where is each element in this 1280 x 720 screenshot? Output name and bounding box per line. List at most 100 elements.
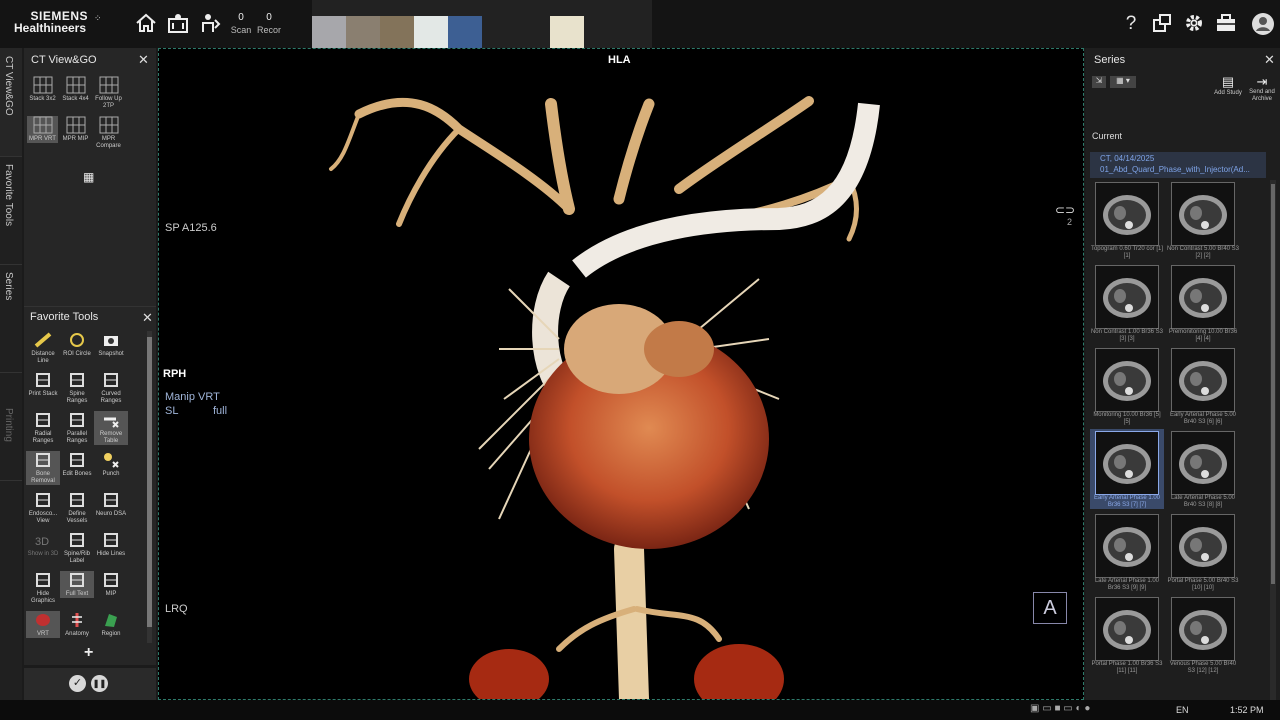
- ct-slice-preview: [1095, 514, 1159, 578]
- sort-icon[interactable]: ⇲: [1092, 76, 1106, 88]
- tool-endosco-view[interactable]: Endosco... View: [26, 491, 60, 525]
- add-study-button[interactable]: ▤ Add Study: [1208, 74, 1248, 96]
- slab-value: full: [213, 405, 228, 417]
- spine-ranges-icon: [67, 371, 87, 389]
- layout-stack-3x2[interactable]: Stack 3x2: [27, 76, 58, 103]
- ct-slice-preview: [1095, 348, 1159, 412]
- image-viewport[interactable]: HLA SP A125.6 RPH Manip VRT SL full LRQ …: [158, 48, 1084, 700]
- tool-print-stack[interactable]: Print Stack: [26, 371, 60, 398]
- tool-curved-ranges[interactable]: Curved Ranges: [94, 371, 128, 405]
- series-thumbnail[interactable]: Venous Phase 5.00 Br40 S3 [12] [12]: [1166, 595, 1240, 675]
- tool-hide-graphics[interactable]: Hide Graphics: [26, 571, 60, 605]
- tool-spine-ranges[interactable]: Spine Ranges: [60, 371, 94, 405]
- top-bar: SIEMENS Healthineers ⁘ 0 Scan 0 Recor ?: [0, 0, 1280, 49]
- tool-anatomy[interactable]: Anatomy: [60, 611, 94, 638]
- recon-label: Recor: [256, 25, 281, 35]
- color-swatch: [346, 16, 380, 49]
- roi-circle-icon: [67, 331, 87, 349]
- tab-series[interactable]: Series: [0, 264, 22, 373]
- series-scrollbar[interactable]: [1270, 180, 1276, 700]
- language-indicator[interactable]: EN: [1176, 705, 1189, 715]
- close-icon[interactable]: ✕: [1264, 52, 1275, 68]
- series-thumbnail[interactable]: Late Arterial Phase 5.00 Br40 S3 [8] [8]: [1166, 429, 1240, 509]
- check-icon[interactable]: ✓: [69, 675, 86, 692]
- series-caption: Early Arterial Phase 1.00 Br36 S3 [7] [7…: [1093, 495, 1161, 508]
- series-caption: Monitoring 10.00 Br36 [5] [5]: [1093, 412, 1161, 425]
- view-mode-dropdown[interactable]: ▦ ▾: [1110, 76, 1136, 88]
- series-thumbnail[interactable]: Portal Phase 5.00 Br40 S3 [10] [10]: [1166, 512, 1240, 592]
- series-caption: Portal Phase 1.00 Br36 S3 [11] [11]: [1091, 661, 1163, 674]
- view-orientation-label: HLA: [608, 54, 631, 66]
- tool-label: Parallel Ranges: [66, 431, 88, 444]
- tool-label: Spine Ranges: [66, 391, 88, 404]
- layout-grid-icon: [99, 76, 119, 94]
- close-icon[interactable]: ✕: [138, 52, 149, 68]
- tool-parallel-ranges[interactable]: Parallel Ranges: [60, 411, 94, 445]
- send-archive-button[interactable]: ⇥ Send and Archive: [1246, 74, 1278, 103]
- examination-icon[interactable]: [198, 12, 222, 36]
- close-icon[interactable]: ✕: [142, 310, 153, 326]
- endoscopic-view-icon: [33, 491, 53, 509]
- series-thumbnail[interactable]: Portal Phase 1.00 Br36 S3 [11] [11]: [1090, 595, 1164, 675]
- tool-label: Edit Bones: [62, 471, 92, 477]
- tool-grid: Distance Line ROI Circle Snapshot Print Sta…: [26, 331, 146, 643]
- series-thumbnail[interactable]: Early Arterial Phase 5.00 Br40 S3 [6] [6…: [1166, 346, 1240, 426]
- toolbox-icon[interactable]: [1214, 12, 1238, 36]
- help-icon[interactable]: ?: [1119, 12, 1143, 36]
- tool-label: Anatomy: [65, 631, 89, 637]
- link-icon[interactable]: ⊂⊃: [1055, 203, 1075, 217]
- pause-icon[interactable]: ❚❚: [91, 675, 108, 692]
- tool-remove-table[interactable]: Remove Table: [94, 411, 128, 445]
- series-thumbnail[interactable]: Premonitoring 10.00 Br36 [4] [4]: [1166, 263, 1240, 343]
- scan-counter: 0 Scan: [228, 12, 254, 36]
- windows-icon[interactable]: [1150, 12, 1174, 36]
- add-tool-button[interactable]: +: [84, 644, 93, 662]
- hide-lines-icon: [101, 531, 121, 549]
- series-thumbnail[interactable]: Non Contrast 5.00 Br40 S3 [2] [2]: [1166, 180, 1240, 260]
- tool-define-vessels[interactable]: Define Vessels: [60, 491, 94, 525]
- tool-roi-circle[interactable]: ROI Circle: [60, 331, 94, 358]
- patient-browser-icon[interactable]: [166, 12, 190, 36]
- series-thumbnail[interactable]: Early Arterial Phase 1.00 Br36 S3 [7] [7…: [1090, 429, 1164, 509]
- tool-distance-line[interactable]: Distance Line: [26, 331, 60, 365]
- tool-mip[interactable]: MIP: [94, 571, 128, 598]
- tool-edit-bones[interactable]: Edit Bones: [60, 451, 94, 478]
- color-swatch: [448, 16, 482, 49]
- tool-hide-lines[interactable]: Hide Lines: [94, 531, 128, 558]
- tab-favorite-tools[interactable]: Favorite Tools: [0, 156, 22, 265]
- home-icon[interactable]: [134, 12, 158, 36]
- series-thumbnail[interactable]: Late Arterial Phase 1.00 Br36 S3 [9] [9]: [1090, 512, 1164, 592]
- series-thumbnail[interactable]: Topogram 0.60 Tr20 cor [1] [1]: [1090, 180, 1164, 260]
- tool-show-in-3d[interactable]: 3D Show in 3D: [26, 531, 60, 558]
- tool-bone-removal[interactable]: Bone Removal: [26, 451, 60, 485]
- tool-radial-ranges[interactable]: Radial Ranges: [26, 411, 60, 445]
- layout-mpr-mip[interactable]: MPR MIP: [60, 116, 91, 143]
- viewgo-panel: CT View&GO ✕ Stack 3x2 Stack 4x4 Follow Up…: [24, 48, 156, 306]
- favorite-tools-title: Favorite Tools: [30, 311, 99, 323]
- tray-icons[interactable]: ▣ ▭ ■ ▭ ◐ ●: [1030, 703, 1090, 714]
- tool-snapshot[interactable]: Snapshot: [94, 331, 128, 358]
- tool-punch[interactable]: Punch: [94, 451, 128, 478]
- full-text-icon: [67, 571, 87, 589]
- layout-mpr-vrt[interactable]: MPR VRT: [27, 116, 58, 143]
- remove-table-icon: [101, 411, 121, 429]
- study-header[interactable]: CT, 04/14/2025 01_Abd_Quard_Phase_with_I…: [1090, 152, 1266, 178]
- hide-graphics-icon: [33, 571, 53, 589]
- layout-mpr-compare[interactable]: MPR Compare: [93, 116, 124, 150]
- tab-printing[interactable]: Printing: [0, 400, 22, 481]
- tool-region[interactable]: Region: [94, 611, 128, 638]
- tab-ct-view-go[interactable]: CT View&GO: [0, 48, 22, 157]
- orientation-cube[interactable]: A: [1033, 592, 1067, 624]
- layout-follow-up-2tp[interactable]: Follow Up 2TP: [93, 76, 124, 110]
- tool-neuro-dsa[interactable]: Neuro DSA: [94, 491, 128, 518]
- series-thumbnail[interactable]: Monitoring 10.00 Br36 [5] [5]: [1090, 346, 1164, 426]
- user-avatar-icon[interactable]: [1251, 12, 1275, 36]
- series-thumbnail[interactable]: Non Contrast 1.00 Br36 S3 [3] [3]: [1090, 263, 1164, 343]
- tools-scrollbar[interactable]: [147, 331, 152, 643]
- more-layouts-icon[interactable]: ▦: [83, 170, 94, 184]
- gear-icon[interactable]: [1182, 12, 1206, 36]
- tool-vrt[interactable]: VRT: [26, 611, 60, 638]
- layout-stack-4x4[interactable]: Stack 4x4: [60, 76, 91, 103]
- tool-full-text[interactable]: Full Text: [60, 571, 94, 598]
- tool-spine-rib-label[interactable]: Spine/Rib Label: [60, 531, 94, 565]
